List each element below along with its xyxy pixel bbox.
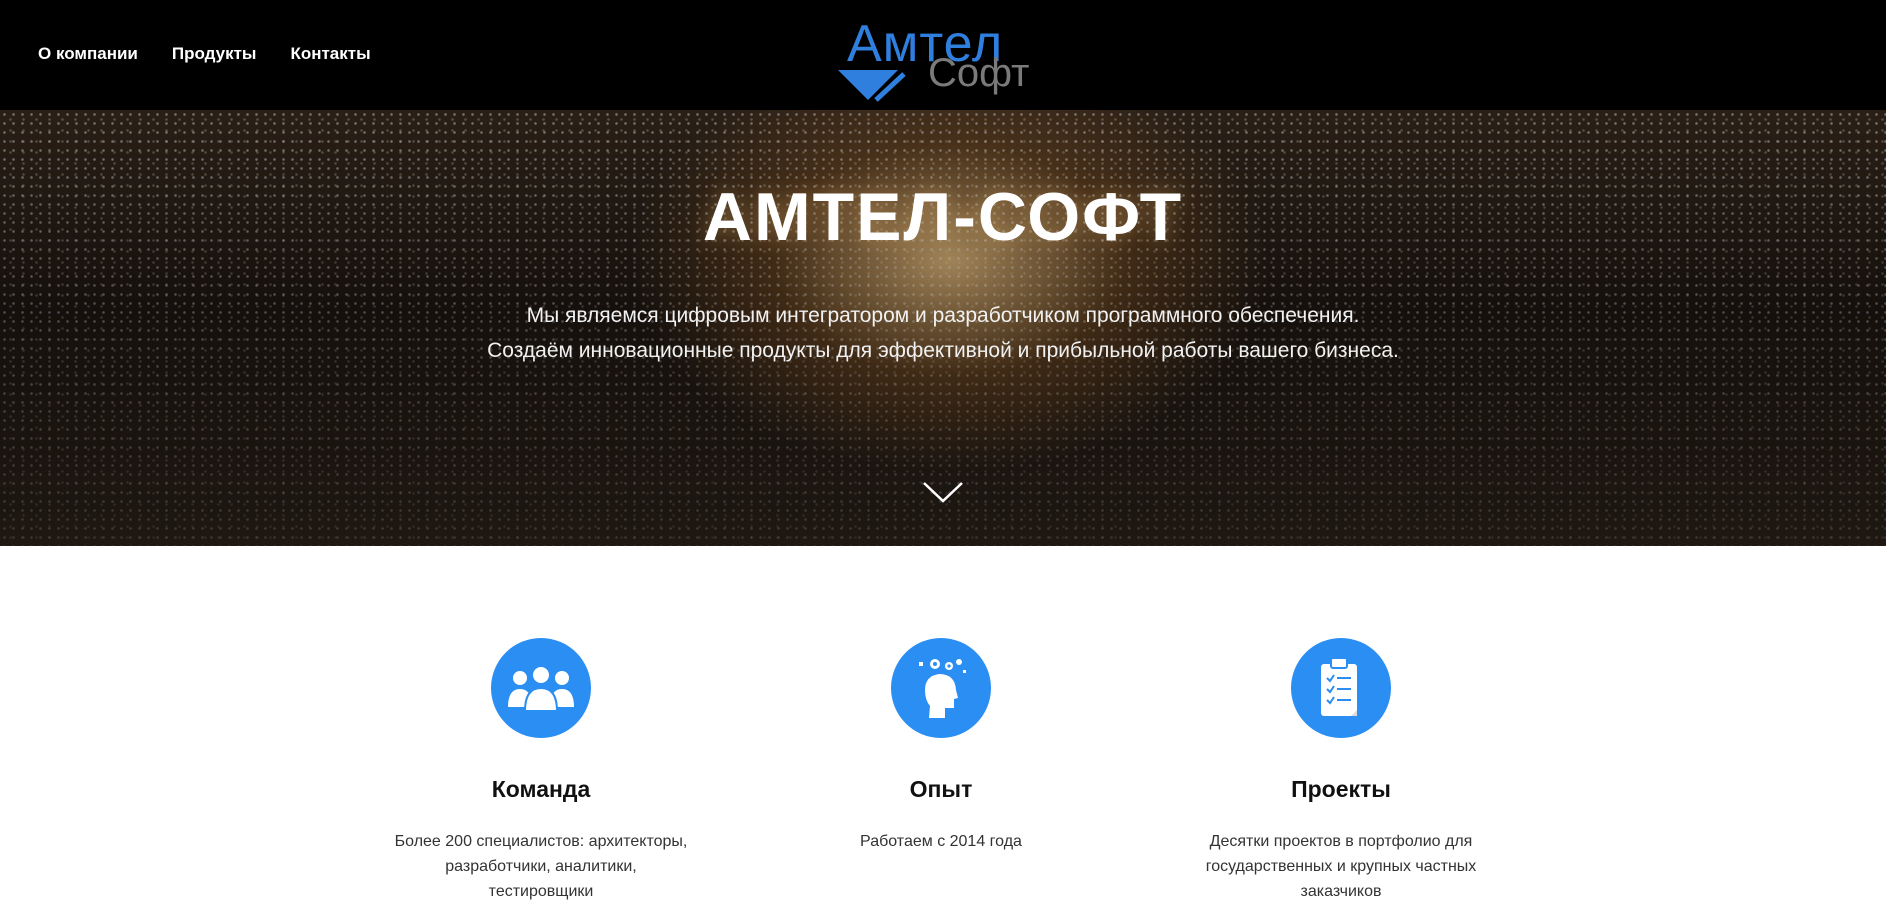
nav-link-products[interactable]: Продукты <box>172 44 257 64</box>
feature-description-line: Более 200 специалистов: архитекторы, <box>394 833 688 850</box>
chevron-down-icon[interactable] <box>922 480 964 504</box>
feature-projects: Проекты Десятки проектов в портфолио для… <box>1181 638 1501 904</box>
team-icon <box>508 665 574 712</box>
feature-title: Проекты <box>1291 776 1391 802</box>
hero-title: АМТЕЛ-СОФТ <box>702 179 1184 255</box>
feature-icon-circle <box>1291 638 1391 738</box>
features-section: Команда Более 200 специалистов: архитект… <box>0 546 1886 910</box>
hero-subtitle: Мы являемся цифровым интегратором и разр… <box>0 298 1886 368</box>
feature-description-line: Работаем с 2014 года <box>860 833 1022 850</box>
feature-experience: Опыт Работаем с 2014 года <box>781 638 1101 854</box>
nav-link-contacts[interactable]: Контакты <box>290 44 370 64</box>
feature-icon-circle <box>491 638 591 738</box>
feature-description: Десятки проектов в портфолио для государ… <box>1191 829 1491 904</box>
clipboard-checklist-icon <box>1321 657 1357 716</box>
feature-description-line: Десятки проектов в портфолио для <box>1209 833 1473 850</box>
feature-description: Более 200 специалистов: архитекторы, раз… <box>391 829 691 904</box>
feature-description-line: разработчики, аналитики, тестировщики <box>445 858 637 900</box>
head-gears-icon <box>919 659 966 718</box>
feature-description: Работаем с 2014 года <box>791 829 1091 854</box>
hero-subtitle-line: Мы являемся цифровым интегратором и разр… <box>526 304 1360 327</box>
hero-subtitle-line: Создаём инновационные продукты для эффек… <box>487 339 1399 362</box>
nav-link-about[interactable]: О компании <box>38 44 138 64</box>
logo-text-secondary: Софт <box>928 51 1030 95</box>
feature-description-line: заказчиков <box>1300 883 1382 900</box>
main-nav: О компании Продукты Контакты <box>38 44 371 64</box>
top-navigation-bar: О компании Продукты Контакты Амтел Софт <box>0 0 1886 110</box>
hero-banner: АМТЕЛ-СОФТ Мы являемся цифровым интеграт… <box>0 110 1886 546</box>
feature-team: Команда Более 200 специалистов: архитект… <box>381 638 701 904</box>
feature-title: Опыт <box>909 776 973 802</box>
brand-logo[interactable]: Амтел Софт <box>836 16 1046 102</box>
feature-title: Команда <box>491 776 591 802</box>
feature-icon-circle <box>891 638 991 738</box>
feature-description-line: государственных и крупных частных <box>1205 858 1477 875</box>
